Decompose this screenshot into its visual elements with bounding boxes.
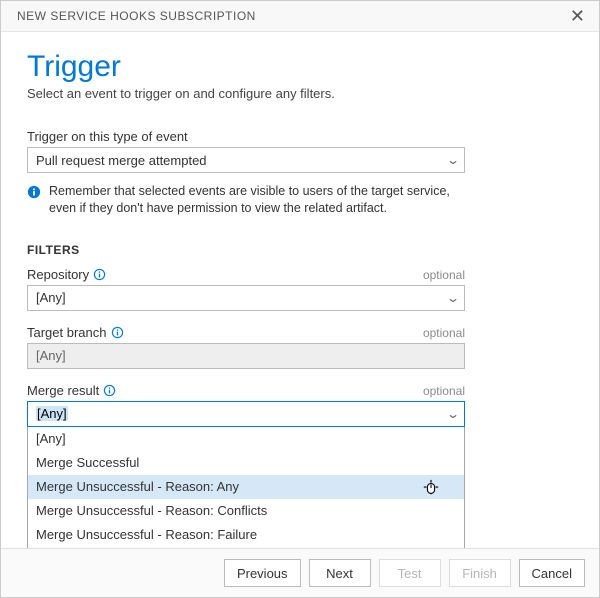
chevron-down-icon: ⌄ xyxy=(446,407,460,421)
optional-label: optional xyxy=(423,268,465,282)
trigger-event-select[interactable]: Pull request merge attempted ⌄ xyxy=(27,147,465,173)
repository-value: [Any] xyxy=(36,290,66,305)
info-note-text: Remember that selected events are visibl… xyxy=(49,183,465,217)
dialog-body: Trigger Select an event to trigger on an… xyxy=(1,32,599,548)
page-subtitle: Select an event to trigger on and config… xyxy=(27,86,573,101)
dialog: NEW SERVICE HOOKS SUBSCRIPTION ✕ Trigger… xyxy=(0,0,600,598)
repository-label: Repository xyxy=(27,267,89,282)
filters-section-title: FILTERS xyxy=(27,243,573,257)
info-icon xyxy=(27,185,41,199)
trigger-event-label: Trigger on this type of event xyxy=(27,129,573,144)
filter-merge-result: Merge result optional [Any] ⌄ [Any]Merge… xyxy=(27,383,465,548)
optional-label: optional xyxy=(423,384,465,398)
merge-result-option[interactable]: Merge Unsuccessful - Reason: Rejected By… xyxy=(28,547,464,548)
filter-target-branch: Target branch optional [Any] xyxy=(27,325,465,369)
merge-result-option[interactable]: Merge Unsuccessful - Reason: Conflicts xyxy=(28,499,464,523)
finish-button: Finish xyxy=(449,559,511,587)
next-button[interactable]: Next xyxy=(309,559,371,587)
merge-result-option[interactable]: Merge Unsuccessful - Reason: Failure xyxy=(28,523,464,547)
target-branch-label: Target branch xyxy=(27,325,107,340)
info-note: Remember that selected events are visibl… xyxy=(27,183,465,217)
optional-label: optional xyxy=(423,326,465,340)
dialog-footer: Previous Next Test Finish Cancel xyxy=(1,548,599,597)
page-title: Trigger xyxy=(27,50,573,84)
target-branch-value: [Any] xyxy=(36,348,66,363)
info-icon[interactable] xyxy=(93,268,106,281)
merge-result-value: [Any] xyxy=(36,406,68,421)
merge-result-option[interactable]: Merge Unsuccessful - Reason: Any xyxy=(28,475,464,499)
test-button: Test xyxy=(379,559,441,587)
merge-result-option[interactable]: Merge Successful xyxy=(28,451,464,475)
chevron-down-icon: ⌄ xyxy=(446,291,460,305)
cursor-icon xyxy=(422,478,440,498)
cancel-button[interactable]: Cancel xyxy=(519,559,585,587)
info-icon[interactable] xyxy=(103,384,116,397)
titlebar-title: NEW SERVICE HOOKS SUBSCRIPTION xyxy=(17,9,256,23)
close-icon[interactable]: ✕ xyxy=(566,7,589,25)
titlebar: NEW SERVICE HOOKS SUBSCRIPTION ✕ xyxy=(1,1,599,32)
repository-select[interactable]: [Any] ⌄ xyxy=(27,285,465,311)
merge-result-label: Merge result xyxy=(27,383,99,398)
previous-button[interactable]: Previous xyxy=(224,559,301,587)
merge-result-dropdown: [Any]Merge SuccessfulMerge Unsuccessful … xyxy=(27,427,465,548)
filter-repository: Repository optional [Any] ⌄ xyxy=(27,267,465,311)
info-icon[interactable] xyxy=(111,326,124,339)
target-branch-select[interactable]: [Any] xyxy=(27,343,465,369)
merge-result-option[interactable]: [Any] xyxy=(28,427,464,451)
trigger-event-value: Pull request merge attempted xyxy=(36,153,207,168)
merge-result-select[interactable]: [Any] ⌄ xyxy=(27,401,465,427)
chevron-down-icon: ⌄ xyxy=(446,153,460,167)
